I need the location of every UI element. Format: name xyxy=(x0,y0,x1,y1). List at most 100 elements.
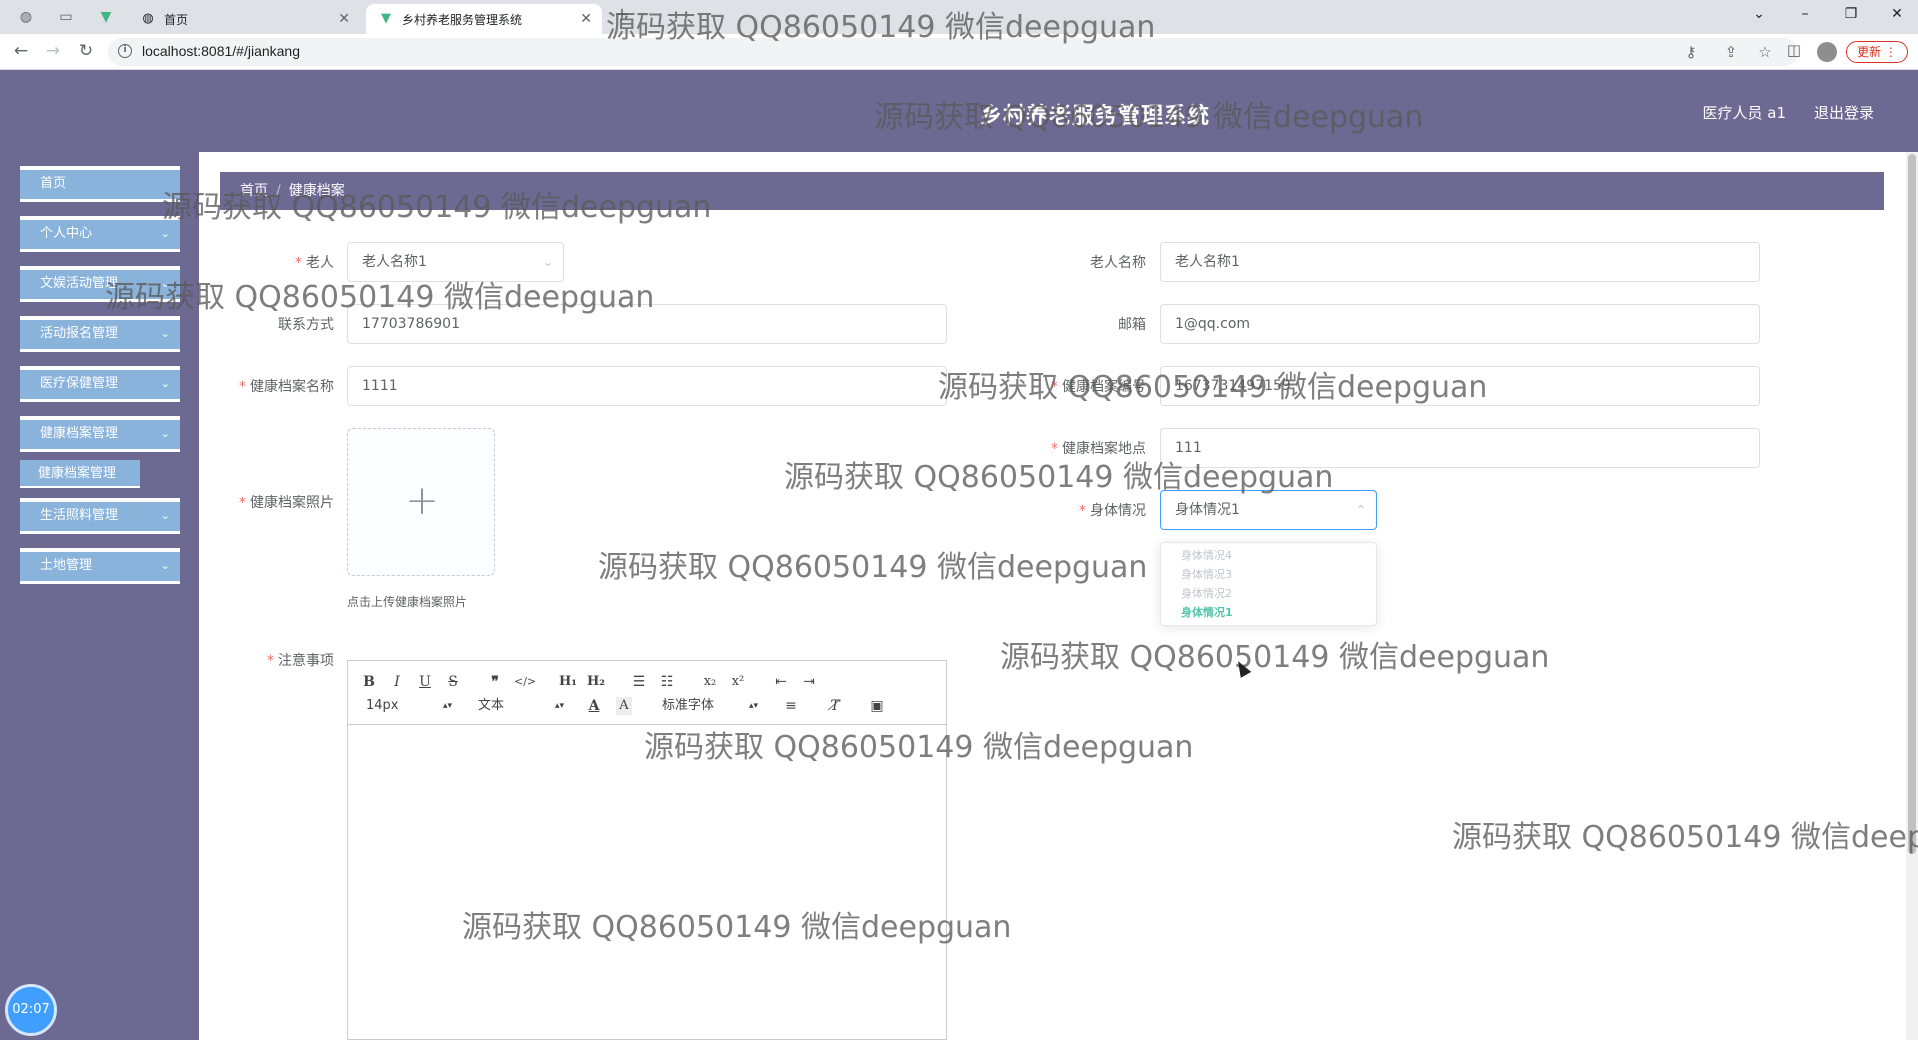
clock-badge[interactable]: 02:07 xyxy=(5,984,57,1036)
share-icon[interactable]: ⇪ xyxy=(1722,43,1740,61)
sidebar-item-home[interactable]: 首页 xyxy=(20,166,180,202)
outdent-icon[interactable]: ⇤ xyxy=(772,673,790,691)
strike-icon[interactable]: S xyxy=(446,673,460,691)
record-location-field[interactable]: 111 xyxy=(1160,428,1760,468)
chevron-down-icon: ⌄ xyxy=(160,377,170,390)
bullet-list-icon[interactable]: ☷ xyxy=(658,673,676,691)
forward-icon[interactable]: → xyxy=(42,41,64,61)
font-family-select[interactable]: 标准字体 ▴▾ xyxy=(662,697,758,715)
h1-icon[interactable]: H₁ xyxy=(558,673,578,691)
chevron-up-icon: ⌃ xyxy=(1355,503,1366,517)
close-window-icon[interactable]: ✕ xyxy=(1887,6,1907,22)
rich-text-editor: B I U S ❞ </> H₁ H₂ ☰ ☷ x₂ x² ⇤ ⇥ 14px ▴▾… xyxy=(347,660,947,1040)
minimize-icon[interactable]: – xyxy=(1795,6,1815,22)
restore-icon[interactable]: ❐ xyxy=(1841,6,1861,22)
tab-app[interactable]: ▼ 乡村养老服务管理系统 ✕ xyxy=(366,4,602,34)
breadcrumb-home[interactable]: 首页 xyxy=(240,183,268,199)
photo-upload[interactable]: + xyxy=(347,428,495,576)
chevron-down-icon[interactable]: ⌄ xyxy=(1749,6,1769,22)
logout-link[interactable]: 退出登录 xyxy=(1814,102,1874,123)
chevron-down-icon: ⌄ xyxy=(160,327,170,340)
user-role: 医疗人员 a1 xyxy=(1702,104,1786,122)
chevron-down-icon: ⌄ xyxy=(160,559,170,572)
image-icon[interactable]: ▣ xyxy=(868,697,886,715)
chevron-down-icon: ⌄ xyxy=(160,277,170,290)
italic-icon[interactable]: I xyxy=(390,673,404,691)
elder-name-label: 老人名称 xyxy=(1090,255,1146,271)
clear-format-icon[interactable]: T̸ xyxy=(826,697,844,715)
profile-avatar[interactable] xyxy=(1817,42,1837,62)
health-label: * 身体情况 xyxy=(1079,503,1146,519)
record-no-field[interactable]: 1673731497159 xyxy=(1160,366,1760,406)
tab-home[interactable]: ◍ 首页 ✕ xyxy=(128,4,360,34)
elder-label: * 老人 xyxy=(295,255,334,271)
globe-icon[interactable]: ◍ xyxy=(18,9,34,25)
close-icon[interactable]: ✕ xyxy=(338,11,350,27)
vue-logo-icon: ▼ xyxy=(381,11,391,26)
elder-select[interactable]: 老人名称1 ⌄ xyxy=(347,242,564,282)
background-color-icon[interactable]: A xyxy=(616,697,632,715)
key-icon[interactable]: ⚷ xyxy=(1682,43,1700,61)
sidebar-item-profile[interactable]: 个人中心 ⌄ xyxy=(20,216,180,252)
phone-field[interactable]: 17703786901 xyxy=(347,304,947,344)
scrollbar-thumb[interactable] xyxy=(1908,154,1916,854)
sidebar-subitem-health-records[interactable]: 健康档案管理 xyxy=(20,460,140,488)
sidebar-item-land[interactable]: 土地管理 ⌄ xyxy=(20,548,180,584)
bold-icon[interactable]: B xyxy=(362,673,376,691)
sidebar: 首页 个人中心 ⌄ 文娱活动管理 ⌄ 活动报名管理 ⌄ 医疗保健管理 ⌄ 健康档案管理 ⌄… xyxy=(0,152,199,1040)
sidebar-item-health-records[interactable]: 健康档案管理 ⌄ xyxy=(20,416,180,452)
email-field[interactable]: 1@qq.com xyxy=(1160,304,1760,344)
dropdown-option[interactable]: 身体情况3 xyxy=(1161,565,1376,584)
elder-name-field[interactable]: 老人名称1 xyxy=(1160,242,1760,282)
sidebar-item-activities[interactable]: 文娱活动管理 ⌄ xyxy=(20,266,180,302)
chevron-down-icon: ⌄ xyxy=(160,427,170,440)
watermark: 源码获取 QQ86050149 微信deepguan xyxy=(1452,820,1918,855)
side-panel-icon[interactable]: ◫ xyxy=(1785,41,1803,59)
indent-icon[interactable]: ⇥ xyxy=(800,673,818,691)
sidebar-item-life-care[interactable]: 生活照料管理 ⌄ xyxy=(20,498,180,534)
font-color-icon[interactable]: A xyxy=(586,697,602,715)
record-name-label: * 健康档案名称 xyxy=(239,379,334,395)
blockquote-icon[interactable]: ❞ xyxy=(488,673,502,691)
underline-icon[interactable]: U xyxy=(418,673,432,691)
update-button[interactable]: 更新 ⋮ xyxy=(1846,41,1908,63)
editor-body[interactable] xyxy=(348,726,946,1039)
sidebar-item-medical[interactable]: 医疗保健管理 ⌄ xyxy=(20,366,180,402)
chevron-down-icon: ⌄ xyxy=(160,509,170,522)
ordered-list-icon[interactable]: ☰ xyxy=(630,673,648,691)
back-icon[interactable]: ← xyxy=(10,41,32,61)
star-icon[interactable]: ☆ xyxy=(1756,43,1774,61)
browser-toolbar: ← → ↻ i localhost:8081/#/jiankang ⚷ ⇪ ☆ … xyxy=(0,34,1918,70)
url-text[interactable]: localhost:8081/#/jiankang xyxy=(142,43,300,59)
watermark: 源码获取 QQ86050149 微信deepguan xyxy=(1000,640,1550,675)
address-bar[interactable]: i localhost:8081/#/jiankang ⚷ ⇪ ☆ xyxy=(108,38,1798,66)
vue-logo-icon[interactable]: ▼ xyxy=(98,9,114,25)
heading-select[interactable]: 文本 ▴▾ xyxy=(478,697,564,715)
sidebar-item-registration[interactable]: 活动报名管理 ⌄ xyxy=(20,316,180,352)
breadcrumb-current: 健康档案 xyxy=(288,183,345,199)
dropdown-option[interactable]: 身体情况4 xyxy=(1161,546,1376,565)
superscript-icon[interactable]: x² xyxy=(728,673,748,691)
code-block-icon[interactable]: </> xyxy=(514,673,536,691)
h2-icon[interactable]: H₂ xyxy=(586,673,606,691)
email-label: 邮箱 xyxy=(1118,317,1146,333)
record-name-field[interactable]: 1111 xyxy=(347,366,947,406)
chevron-down-icon: ⌄ xyxy=(542,255,553,269)
browser-tab-bar: ◍ ▭ ▼ ◍ 首页 ✕ ▼ 乡村养老服务管理系统 ✕ + ⌄ – ❐ ✕ xyxy=(0,0,1918,34)
reload-icon[interactable]: ↻ xyxy=(75,41,97,61)
close-icon[interactable]: ✕ xyxy=(580,11,592,27)
blank-page-icon[interactable]: ▭ xyxy=(58,9,74,25)
up-down-icon: ▴▾ xyxy=(748,701,758,711)
health-select[interactable]: 身体情况1 ⌃ xyxy=(1160,490,1377,530)
chevron-down-icon: ⌄ xyxy=(160,227,170,240)
info-icon[interactable]: i xyxy=(118,44,132,58)
subscript-icon[interactable]: x₂ xyxy=(700,673,720,691)
dropdown-option[interactable]: 身体情况2 xyxy=(1161,584,1376,603)
font-size-select[interactable]: 14px ▴▾ xyxy=(366,697,452,715)
new-tab-icon[interactable]: + xyxy=(614,6,630,24)
dropdown-option-selected[interactable]: 身体情况1 xyxy=(1161,603,1376,622)
breadcrumb-separator: / xyxy=(276,183,281,199)
align-icon[interactable]: ≡ xyxy=(782,697,800,715)
up-down-icon: ▴▾ xyxy=(442,701,452,711)
mouse-cursor xyxy=(1232,658,1252,678)
